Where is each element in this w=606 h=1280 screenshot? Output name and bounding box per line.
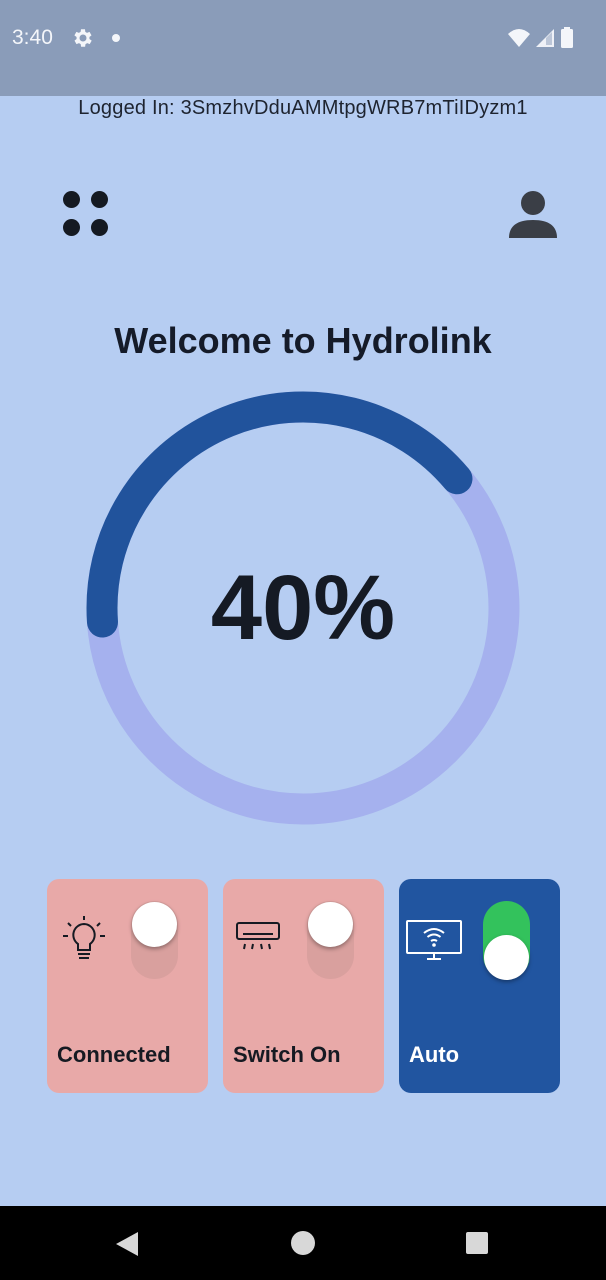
signal-icon bbox=[536, 29, 554, 47]
wifi-monitor-icon bbox=[406, 920, 462, 960]
toggle-knob bbox=[132, 902, 177, 947]
air-conditioner-icon bbox=[236, 922, 280, 950]
notification-dot bbox=[112, 34, 120, 42]
navigation-bar bbox=[0, 1206, 606, 1280]
user-icon[interactable] bbox=[507, 190, 559, 240]
card-switch-on[interactable]: Switch On bbox=[223, 879, 384, 1093]
gear-icon bbox=[74, 29, 92, 47]
home-icon[interactable] bbox=[291, 1231, 315, 1255]
wifi-icon bbox=[508, 29, 530, 47]
welcome-title: Welcome to Hydrolink bbox=[114, 320, 492, 361]
connected-toggle[interactable] bbox=[131, 901, 178, 979]
gauge-percent: 40% bbox=[210, 557, 396, 659]
battery-icon bbox=[561, 27, 573, 48]
logged-in-label: Logged In: 3SmzhvDduAMMtpgWRB7mTiIDyzm1 bbox=[78, 97, 528, 119]
card-label-connected: Connected bbox=[57, 1042, 171, 1067]
card-label-switch-on: Switch On bbox=[233, 1042, 341, 1067]
grid-menu-icon[interactable] bbox=[62, 190, 112, 240]
back-icon[interactable] bbox=[114, 1230, 140, 1258]
card-connected[interactable]: Connected bbox=[47, 879, 208, 1093]
status-bar: 3:40 bbox=[0, 0, 606, 96]
card-label-auto: Auto bbox=[409, 1042, 460, 1067]
card-auto[interactable]: Auto bbox=[399, 879, 560, 1093]
switch-on-toggle[interactable] bbox=[307, 901, 354, 979]
toggle-knob bbox=[484, 935, 529, 980]
lightbulb-icon bbox=[63, 916, 105, 959]
toggle-knob bbox=[308, 902, 353, 947]
recents-icon[interactable] bbox=[466, 1232, 488, 1254]
status-icons bbox=[508, 27, 573, 48]
auto-toggle[interactable] bbox=[483, 901, 530, 980]
status-time: 3:40 bbox=[12, 26, 53, 49]
